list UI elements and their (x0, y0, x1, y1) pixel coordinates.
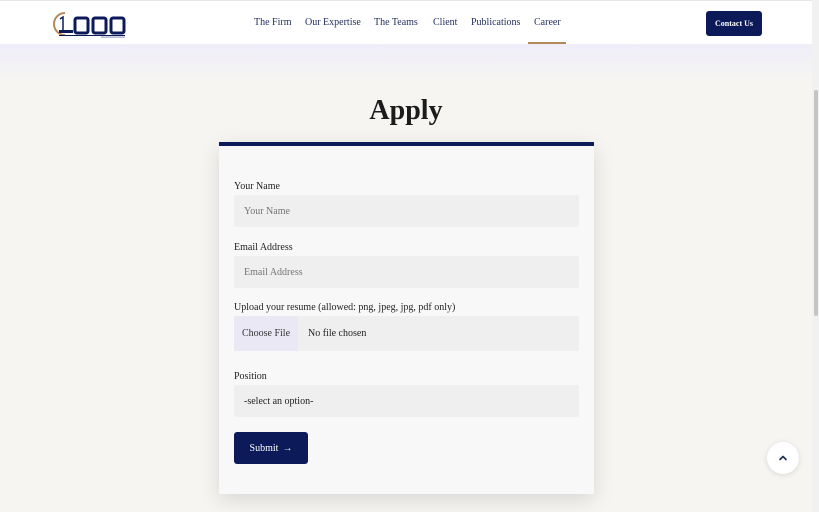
file-status: No file chosen (308, 328, 367, 339)
position-label: Position (234, 371, 267, 382)
page-title: Apply (369, 94, 443, 126)
position-selected-value: -select an option- (244, 395, 314, 407)
brand-logo[interactable] (51, 9, 135, 39)
email-label: Email Address (234, 242, 293, 253)
nav-the-firm[interactable]: The Firm (254, 17, 292, 28)
nav-the-teams[interactable]: The Teams (374, 17, 418, 28)
arrow-right-icon: → (282, 442, 293, 454)
name-input[interactable] (234, 195, 579, 227)
apply-form: Your Name Email Address Upload your resu… (219, 142, 594, 494)
email-input[interactable] (234, 256, 579, 288)
site-header: The Firm Our Expertise The Teams Client … (0, 0, 812, 45)
submit-button[interactable]: Submit → (234, 432, 308, 464)
nav-our-expertise[interactable]: Our Expertise (305, 17, 361, 28)
scroll-to-top-button[interactable] (767, 442, 799, 474)
position-select[interactable]: -select an option- (234, 385, 579, 417)
resume-upload[interactable]: Choose File No file chosen (234, 316, 579, 351)
scrollbar-thumb[interactable] (814, 90, 818, 316)
resume-label: Upload your resume (allowed: png, jpeg, … (234, 302, 456, 313)
nav-client[interactable]: Client (433, 17, 457, 28)
choose-file-button[interactable]: Choose File (234, 316, 298, 351)
chevron-up-icon (779, 455, 787, 461)
page-scrollbar[interactable] (812, 0, 819, 512)
submit-label: Submit (249, 442, 279, 454)
contact-us-button[interactable]: Contact Us (706, 11, 762, 36)
name-label: Your Name (234, 181, 280, 192)
nav-publications[interactable]: Publications (471, 17, 520, 28)
nav-career[interactable]: Career (534, 17, 561, 28)
header-shadow (0, 44, 812, 80)
